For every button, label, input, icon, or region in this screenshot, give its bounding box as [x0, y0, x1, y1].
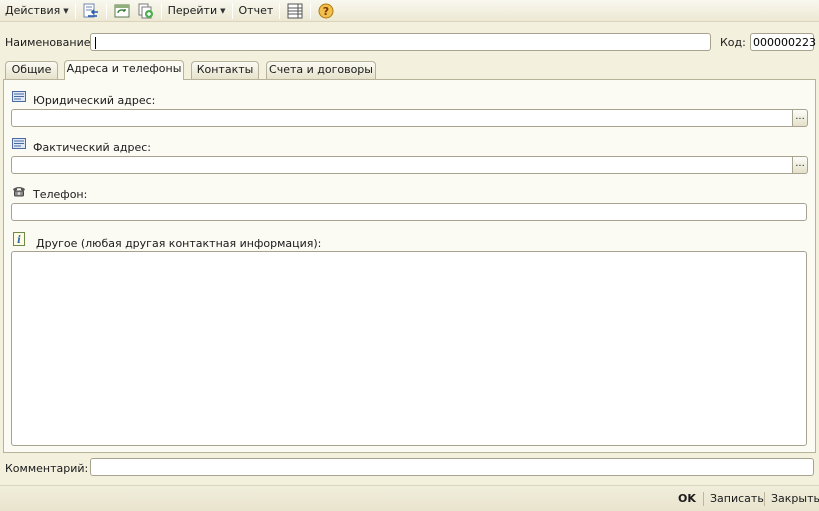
copy-document-icon [137, 2, 155, 20]
tab-addresses-phones[interactable]: Адреса и телефоны [64, 60, 184, 80]
phone-icon [13, 187, 25, 197]
actions-menu-label: Действия [5, 4, 61, 17]
other-info-label: Другое (любая другая контактная информац… [36, 237, 322, 250]
phone-label: Телефон: [33, 188, 88, 201]
legal-address-select-button[interactable]: ... [792, 109, 808, 127]
footer-separator [703, 492, 704, 506]
bottom-bar: OK Записать Закрыть [0, 485, 819, 511]
info-icon: i [13, 232, 25, 246]
help-button[interactable]: ? [314, 1, 338, 21]
actions-menu-button[interactable]: Действия ▼ [2, 1, 72, 21]
list-structure-icon [286, 2, 304, 20]
toolbar-separator [231, 2, 233, 19]
phone-input[interactable] [11, 203, 807, 221]
help-icon: ? [317, 2, 335, 20]
save-button[interactable]: Записать [710, 492, 764, 505]
toolbar-separator [160, 2, 162, 19]
code-label: Код: [720, 36, 746, 49]
other-info-textarea[interactable] [11, 251, 807, 446]
goto-menu-button[interactable]: Перейти ▼ [165, 1, 229, 21]
copy-button[interactable] [134, 1, 158, 21]
chevron-down-icon: ▼ [63, 6, 69, 15]
select-from-list-button[interactable] [79, 1, 103, 21]
report-button[interactable]: Отчет [236, 1, 277, 21]
comment-input[interactable] [90, 458, 814, 476]
comment-label: Комментарий: [5, 462, 89, 475]
text-cursor [95, 37, 96, 49]
toolbar-separator [310, 2, 312, 19]
actual-address-input[interactable] [11, 156, 793, 174]
name-input[interactable] [90, 33, 711, 51]
legal-address-input[interactable] [11, 109, 793, 127]
toolbar: Действия ▼ Перейти ▼ Отчет ? [0, 0, 819, 22]
tab-accounts-contracts[interactable]: Счета и договоры [266, 61, 376, 79]
actual-address-label: Фактический адрес: [33, 141, 152, 154]
actual-address-select-button[interactable]: ... [792, 156, 808, 174]
report-label: Отчет [238, 4, 274, 17]
footer-separator [764, 492, 765, 506]
name-label: Наименование: [5, 36, 95, 49]
legal-address-label: Юридический адрес: [33, 94, 156, 107]
toolbar-separator [279, 2, 281, 19]
refresh-icon [113, 2, 131, 20]
svg-text:?: ? [323, 5, 329, 18]
tab-panel: Юридический адрес: ... Фактический адрес… [3, 79, 816, 453]
toolbar-separator [105, 2, 107, 19]
reread-button[interactable] [110, 1, 134, 21]
code-input[interactable]: 000000223 [750, 33, 816, 51]
close-button[interactable]: Закрыть [771, 492, 819, 505]
chevron-down-icon: ▼ [220, 6, 226, 15]
address-card-icon [12, 138, 26, 149]
tab-general[interactable]: Общие [5, 61, 58, 79]
toolbar-separator [74, 2, 76, 19]
structure-button[interactable] [283, 1, 307, 21]
tab-contacts[interactable]: Контакты [191, 61, 259, 79]
select-list-icon [82, 2, 100, 20]
ok-button[interactable]: OK [678, 492, 696, 505]
goto-menu-label: Перейти [167, 4, 218, 17]
svg-text:i: i [17, 235, 21, 246]
address-card-icon [12, 91, 26, 102]
